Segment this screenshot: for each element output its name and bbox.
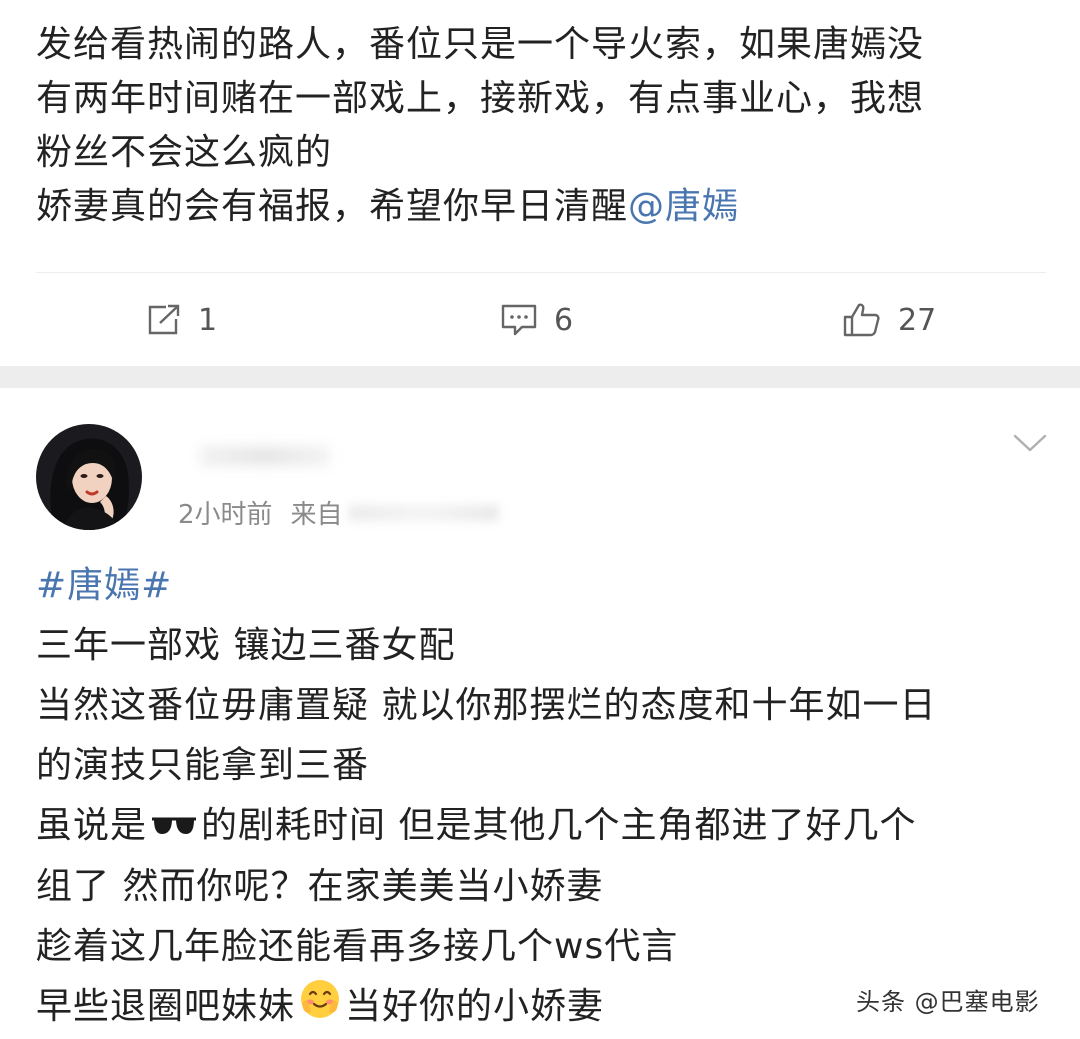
post-2-line: 的演技只能拿到三番	[36, 745, 370, 786]
feed-separator	[0, 366, 1080, 388]
post-meta: 2小时前 来自	[178, 494, 499, 531]
hashtag-line: #唐嫣#	[36, 556, 1046, 616]
post-2-line-text: 的剧耗时间 但是其他几个主角都进了好几个	[201, 805, 917, 846]
post-1-action-bar: 1 6 27	[0, 290, 1080, 350]
avatar[interactable]	[36, 424, 142, 530]
thumbs-up-icon	[842, 302, 882, 338]
repost-count: 1	[198, 302, 218, 338]
comment-icon	[500, 303, 538, 337]
source-redacted	[348, 504, 499, 521]
post-source-label: 来自	[290, 500, 343, 530]
watermark: 头条 @巴塞电影	[856, 988, 1040, 1016]
post-card-2: 2小时前 来自 #唐嫣# 三年一部戏 镶边三番女配 当然这番位毋庸置疑 就以你那…	[0, 388, 1080, 1037]
post-2-line: 组了 然而你呢？在家美美当小娇妻	[36, 866, 604, 907]
post-2-line-text: 当好你的小娇妻	[345, 986, 605, 1027]
comment-button[interactable]: 6	[500, 290, 573, 350]
hashtag-link[interactable]: #唐嫣#	[36, 565, 172, 606]
mention-link[interactable]: @唐嫣	[628, 186, 739, 227]
repost-button[interactable]: 1	[146, 290, 217, 350]
post-2-line: 三年一部戏 镶边三番女配	[36, 625, 456, 666]
blushing-face-icon	[299, 978, 341, 1039]
post-2-line-text: 早些退圈吧妹妹	[36, 986, 296, 1027]
sunglasses-icon	[151, 797, 197, 857]
username-redacted[interactable]	[200, 446, 330, 466]
comment-count: 6	[554, 302, 574, 338]
divider	[36, 272, 1046, 273]
like-button[interactable]: 27	[842, 290, 936, 350]
post-1-line: 粉丝不会这么疯的	[36, 132, 333, 173]
post-2-line: 趁着这几年脸还能看再多接几个ws代言	[36, 926, 679, 967]
post-1-text: 发给看热闹的路人，番位只是一个导火索，如果唐嫣没 有两年时间赌在一部戏上，接新戏…	[36, 18, 1046, 234]
chevron-down-icon[interactable]	[1012, 432, 1048, 458]
post-2-line-text: 虽说是	[36, 805, 148, 846]
post-card-1: 发给看热闹的路人，番位只是一个导火索，如果唐嫣没 有两年时间赌在一部戏上，接新戏…	[0, 0, 1080, 366]
post-time: 2小时前	[178, 500, 273, 530]
like-count: 27	[898, 302, 937, 338]
post-1-line: 娇妻真的会有福报，希望你早日清醒@唐嫣	[36, 180, 1046, 234]
post-2-line: 虽说是 的剧耗时间 但是其他几个主角都进了好几个	[36, 796, 1046, 857]
post-2-text: #唐嫣# 三年一部戏 镶边三番女配 当然这番位毋庸置疑 就以你那摆烂的态度和十年…	[36, 556, 1046, 1039]
post-1-line-text: 娇妻真的会有福报，希望你早日清醒	[36, 186, 629, 227]
post-2-line: 当然这番位毋庸置疑 就以你那摆烂的态度和十年如一日	[36, 685, 937, 726]
post-1-line: 发给看热闹的路人，番位只是一个导火索，如果唐嫣没	[36, 24, 925, 65]
post-1-line: 有两年时间赌在一部戏上，接新戏，有点事业心，我想	[36, 78, 925, 119]
repost-icon	[146, 303, 182, 337]
